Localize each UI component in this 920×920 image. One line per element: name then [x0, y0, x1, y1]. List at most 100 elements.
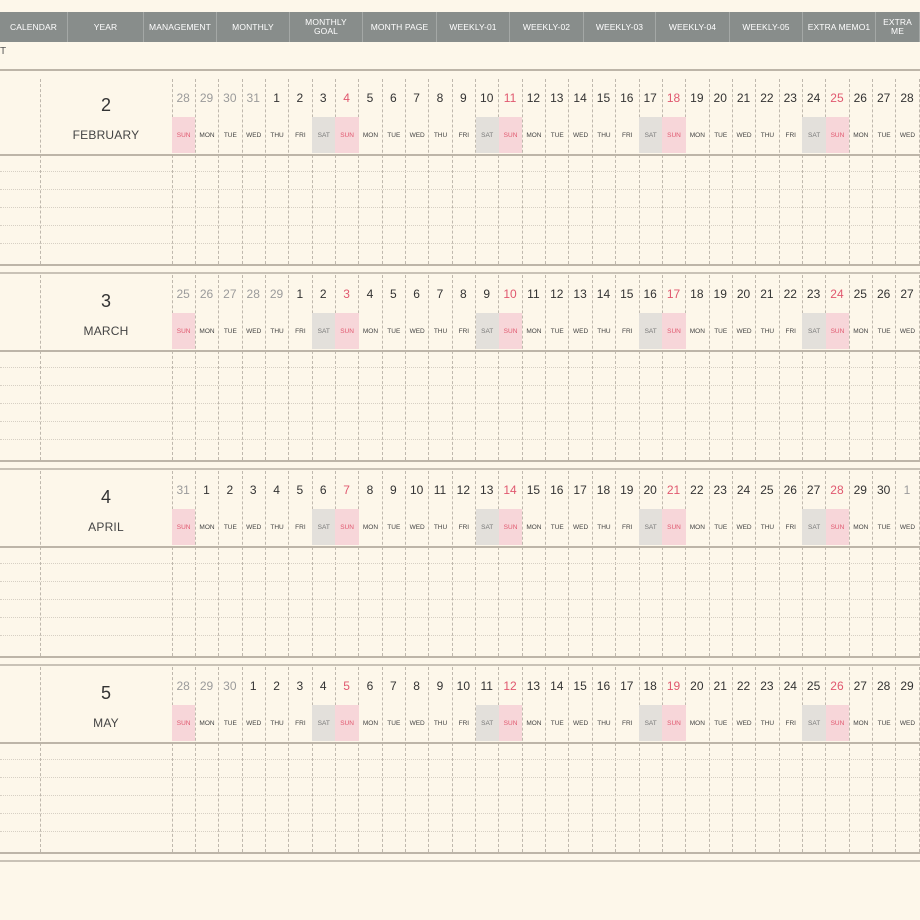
day-number[interactable]: 6: [382, 91, 405, 105]
day-number[interactable]: 2: [218, 483, 241, 497]
day-number[interactable]: 6: [312, 483, 335, 497]
day-number[interactable]: 7: [405, 91, 428, 105]
day-number[interactable]: 8: [452, 287, 475, 301]
day-number[interactable]: 14: [498, 483, 521, 497]
day-number[interactable]: 24: [825, 287, 848, 301]
nav-tab-monthly-goal[interactable]: MONTHLY GOAL: [290, 12, 363, 42]
month-name[interactable]: APRIL: [41, 520, 171, 534]
day-number[interactable]: 4: [335, 91, 358, 105]
day-number[interactable]: 10: [475, 91, 498, 105]
day-number[interactable]: 25: [755, 483, 778, 497]
day-number[interactable]: 27: [802, 483, 825, 497]
nav-tab-weekly-02[interactable]: WEEKLY-02: [510, 12, 584, 42]
day-number[interactable]: 16: [615, 91, 638, 105]
day-number[interactable]: 17: [615, 679, 638, 693]
day-number[interactable]: 26: [849, 91, 872, 105]
day-number[interactable]: 26: [779, 483, 802, 497]
day-number[interactable]: 9: [475, 287, 498, 301]
day-number[interactable]: 5: [382, 287, 405, 301]
day-number[interactable]: 12: [545, 287, 568, 301]
day-number[interactable]: 16: [545, 483, 568, 497]
day-number[interactable]: 16: [639, 287, 662, 301]
day-number[interactable]: 27: [218, 287, 241, 301]
nav-tab-extra-me[interactable]: EXTRA ME: [876, 12, 920, 42]
day-number[interactable]: 17: [568, 483, 591, 497]
day-number[interactable]: 22: [755, 91, 778, 105]
month-number[interactable]: 3: [41, 291, 171, 312]
day-number[interactable]: 5: [288, 483, 311, 497]
day-number[interactable]: 3: [335, 287, 358, 301]
day-number[interactable]: 18: [662, 91, 685, 105]
day-number[interactable]: 8: [358, 483, 381, 497]
day-number[interactable]: 10: [498, 287, 521, 301]
day-number[interactable]: 14: [592, 287, 615, 301]
day-number[interactable]: 21: [732, 91, 755, 105]
day-number[interactable]: 28: [872, 679, 895, 693]
day-number[interactable]: 29: [895, 679, 918, 693]
day-number[interactable]: 18: [639, 679, 662, 693]
day-number[interactable]: 8: [428, 91, 451, 105]
day-number[interactable]: 28: [172, 91, 195, 105]
day-number[interactable]: 22: [732, 679, 755, 693]
day-number[interactable]: 27: [895, 287, 918, 301]
day-number[interactable]: 3: [242, 483, 265, 497]
day-number[interactable]: 18: [592, 483, 615, 497]
day-number[interactable]: 21: [755, 287, 778, 301]
day-number[interactable]: 15: [615, 287, 638, 301]
nav-tab-weekly-04[interactable]: WEEKLY-04: [656, 12, 730, 42]
day-number[interactable]: 26: [195, 287, 218, 301]
day-number[interactable]: 4: [312, 679, 335, 693]
day-number[interactable]: 23: [802, 287, 825, 301]
day-number[interactable]: 9: [452, 91, 475, 105]
nav-tab-management[interactable]: MANAGEMENT: [144, 12, 217, 42]
day-number[interactable]: 7: [428, 287, 451, 301]
day-number[interactable]: 11: [498, 91, 521, 105]
month-number[interactable]: 2: [41, 95, 171, 116]
day-number[interactable]: 29: [265, 287, 288, 301]
day-number[interactable]: 8: [405, 679, 428, 693]
day-number[interactable]: 17: [639, 91, 662, 105]
nav-tab-monthly[interactable]: MONTHLY: [217, 12, 290, 42]
day-number[interactable]: 23: [709, 483, 732, 497]
day-number[interactable]: 10: [405, 483, 428, 497]
nav-tab-year[interactable]: YEAR: [68, 12, 144, 42]
day-number[interactable]: 1: [265, 91, 288, 105]
day-number[interactable]: 11: [475, 679, 498, 693]
nav-tab-month-page[interactable]: MONTH PAGE: [363, 12, 437, 42]
day-number[interactable]: 15: [568, 679, 591, 693]
day-number[interactable]: 25: [802, 679, 825, 693]
nav-tab-calendar[interactable]: CALENDAR: [0, 12, 68, 42]
day-number[interactable]: 1: [288, 287, 311, 301]
day-number[interactable]: 31: [172, 483, 195, 497]
day-number[interactable]: 27: [872, 91, 895, 105]
day-number[interactable]: 13: [545, 91, 568, 105]
day-number[interactable]: 22: [685, 483, 708, 497]
day-number[interactable]: 19: [615, 483, 638, 497]
day-number[interactable]: 12: [452, 483, 475, 497]
day-number[interactable]: 29: [849, 483, 872, 497]
day-number[interactable]: 2: [312, 287, 335, 301]
day-number[interactable]: 15: [592, 91, 615, 105]
day-number[interactable]: 28: [172, 679, 195, 693]
day-number[interactable]: 9: [382, 483, 405, 497]
day-number[interactable]: 9: [428, 679, 451, 693]
day-number[interactable]: 13: [568, 287, 591, 301]
day-number[interactable]: 12: [498, 679, 521, 693]
day-number[interactable]: 11: [428, 483, 451, 497]
day-number[interactable]: 31: [242, 91, 265, 105]
day-number[interactable]: 17: [662, 287, 685, 301]
day-number[interactable]: 6: [405, 287, 428, 301]
day-number[interactable]: 4: [358, 287, 381, 301]
day-number[interactable]: 5: [358, 91, 381, 105]
day-number[interactable]: 15: [522, 483, 545, 497]
day-number[interactable]: 23: [779, 91, 802, 105]
day-number[interactable]: 28: [242, 287, 265, 301]
day-number[interactable]: 25: [825, 91, 848, 105]
day-number[interactable]: 25: [849, 287, 872, 301]
day-number[interactable]: 12: [522, 91, 545, 105]
day-number[interactable]: 6: [358, 679, 381, 693]
day-number[interactable]: 1: [242, 679, 265, 693]
day-number[interactable]: 24: [779, 679, 802, 693]
day-number[interactable]: 21: [709, 679, 732, 693]
nav-tab-weekly-01[interactable]: WEEKLY-01: [437, 12, 510, 42]
